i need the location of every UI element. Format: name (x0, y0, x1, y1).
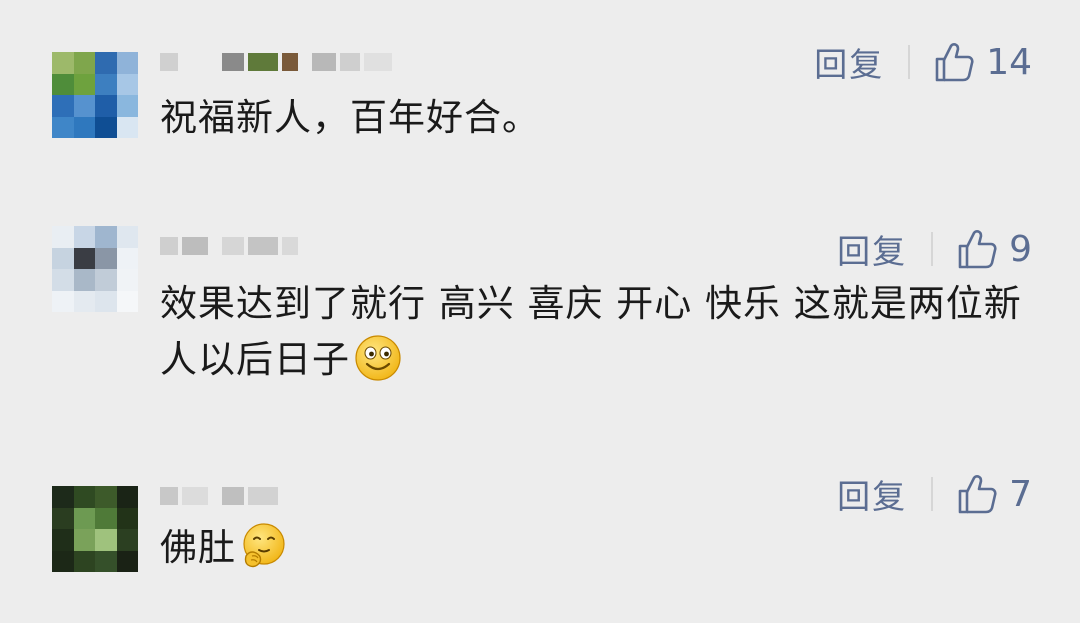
reply-button[interactable]: 回复 (814, 38, 884, 86)
avatar-pixel (116, 550, 138, 572)
username-pixel (160, 237, 178, 255)
username-pixel (312, 53, 336, 71)
like-count: 9 (1009, 228, 1032, 270)
username-pixel (160, 53, 178, 71)
username-pixel (182, 487, 208, 505)
avatar-pixel (52, 73, 74, 95)
username-pixel (282, 237, 298, 255)
like-count: 7 (1009, 473, 1032, 515)
thinking-emoji-icon (243, 523, 285, 568)
avatar-pixel (73, 269, 95, 291)
username-pixel (340, 53, 360, 71)
avatar-pixel (52, 116, 74, 138)
username-pixel (160, 487, 178, 505)
avatar-pixel (95, 73, 117, 95)
comment-text-content: 效果达到了就行 高兴 喜庆 开心 快乐 这就是两位新人以后日子 (160, 282, 1022, 381)
username-pixel (222, 487, 244, 505)
comment-text-content: 佛肚 (160, 526, 236, 569)
avatar-pixel (73, 507, 95, 529)
avatar-pixel (73, 226, 95, 248)
avatar-pixel (52, 290, 74, 312)
avatar-pixel (95, 52, 117, 74)
avatar-pixel (73, 550, 95, 572)
username-pixel (248, 487, 278, 505)
username-pixelated[interactable] (160, 48, 406, 76)
avatar-pixel (73, 290, 95, 312)
comment-actions: 回复 14 (814, 38, 1032, 86)
username-pixel (182, 237, 208, 255)
avatar-pixel (73, 73, 95, 95)
comment-text: 祝福新人，百年好合。 (160, 96, 540, 139)
avatar-pixel (73, 95, 95, 117)
avatar[interactable] (52, 226, 138, 312)
avatar-pixel (52, 226, 74, 248)
avatar-pixel (95, 247, 117, 269)
comment-actions: 回复 9 (837, 225, 1032, 273)
avatar-pixel (116, 247, 138, 269)
avatar-pixel (52, 507, 74, 529)
avatar-pixel (95, 529, 117, 551)
divider (908, 45, 911, 79)
avatar[interactable] (52, 486, 138, 572)
avatar-pixel (52, 95, 74, 117)
like-count: 14 (986, 41, 1032, 83)
username-pixel (248, 237, 278, 255)
username-pixel (248, 53, 278, 71)
username-pixelated[interactable] (160, 232, 312, 260)
avatar-pixel (52, 269, 74, 291)
avatar-pixel (73, 247, 95, 269)
avatar-pixel (95, 550, 117, 572)
avatar-pixel (116, 269, 138, 291)
thumbs-up-icon[interactable] (934, 41, 974, 83)
avatar-pixel (95, 226, 117, 248)
smile-emoji-icon (355, 335, 401, 381)
username-pixelated[interactable] (160, 482, 282, 510)
username-pixel (222, 237, 244, 255)
avatar-pixel (116, 73, 138, 95)
avatar-pixel (52, 52, 74, 74)
avatar-pixel (116, 529, 138, 551)
divider (931, 232, 934, 266)
username-pixel (222, 53, 244, 71)
avatar-pixel (52, 486, 74, 508)
avatar-pixel (95, 269, 117, 291)
avatar-pixel (73, 486, 95, 508)
comment-text: 效果达到了就行 高兴 喜庆 开心 快乐 这就是两位新人以后日子 (160, 276, 1040, 388)
avatar-pixel (116, 116, 138, 138)
avatar-pixel (95, 507, 117, 529)
reply-button[interactable]: 回复 (837, 225, 907, 273)
avatar-pixel (52, 247, 74, 269)
avatar-pixel (116, 226, 138, 248)
avatar-pixel (95, 116, 117, 138)
thumbs-up-icon[interactable] (957, 473, 997, 515)
avatar-pixel (52, 529, 74, 551)
avatar-pixel (116, 290, 138, 312)
username-pixel (364, 53, 392, 71)
avatar-pixel (95, 95, 117, 117)
avatar-pixel (116, 52, 138, 74)
avatar-pixel (73, 116, 95, 138)
avatar-pixel (116, 507, 138, 529)
avatar-pixel (95, 290, 117, 312)
avatar-pixel (73, 529, 95, 551)
avatar-pixel (116, 486, 138, 508)
avatar[interactable] (52, 52, 138, 138)
comment-actions: 回复 7 (837, 470, 1032, 518)
reply-button[interactable]: 回复 (837, 470, 907, 518)
avatar-pixel (116, 95, 138, 117)
thumbs-up-icon[interactable] (957, 228, 997, 270)
username-pixel (282, 53, 298, 71)
avatar-pixel (73, 52, 95, 74)
username-pixel (182, 53, 208, 71)
avatar-pixel (95, 486, 117, 508)
avatar-pixel (52, 550, 74, 572)
comment-text: 佛肚 (160, 520, 1040, 576)
divider (931, 477, 934, 511)
